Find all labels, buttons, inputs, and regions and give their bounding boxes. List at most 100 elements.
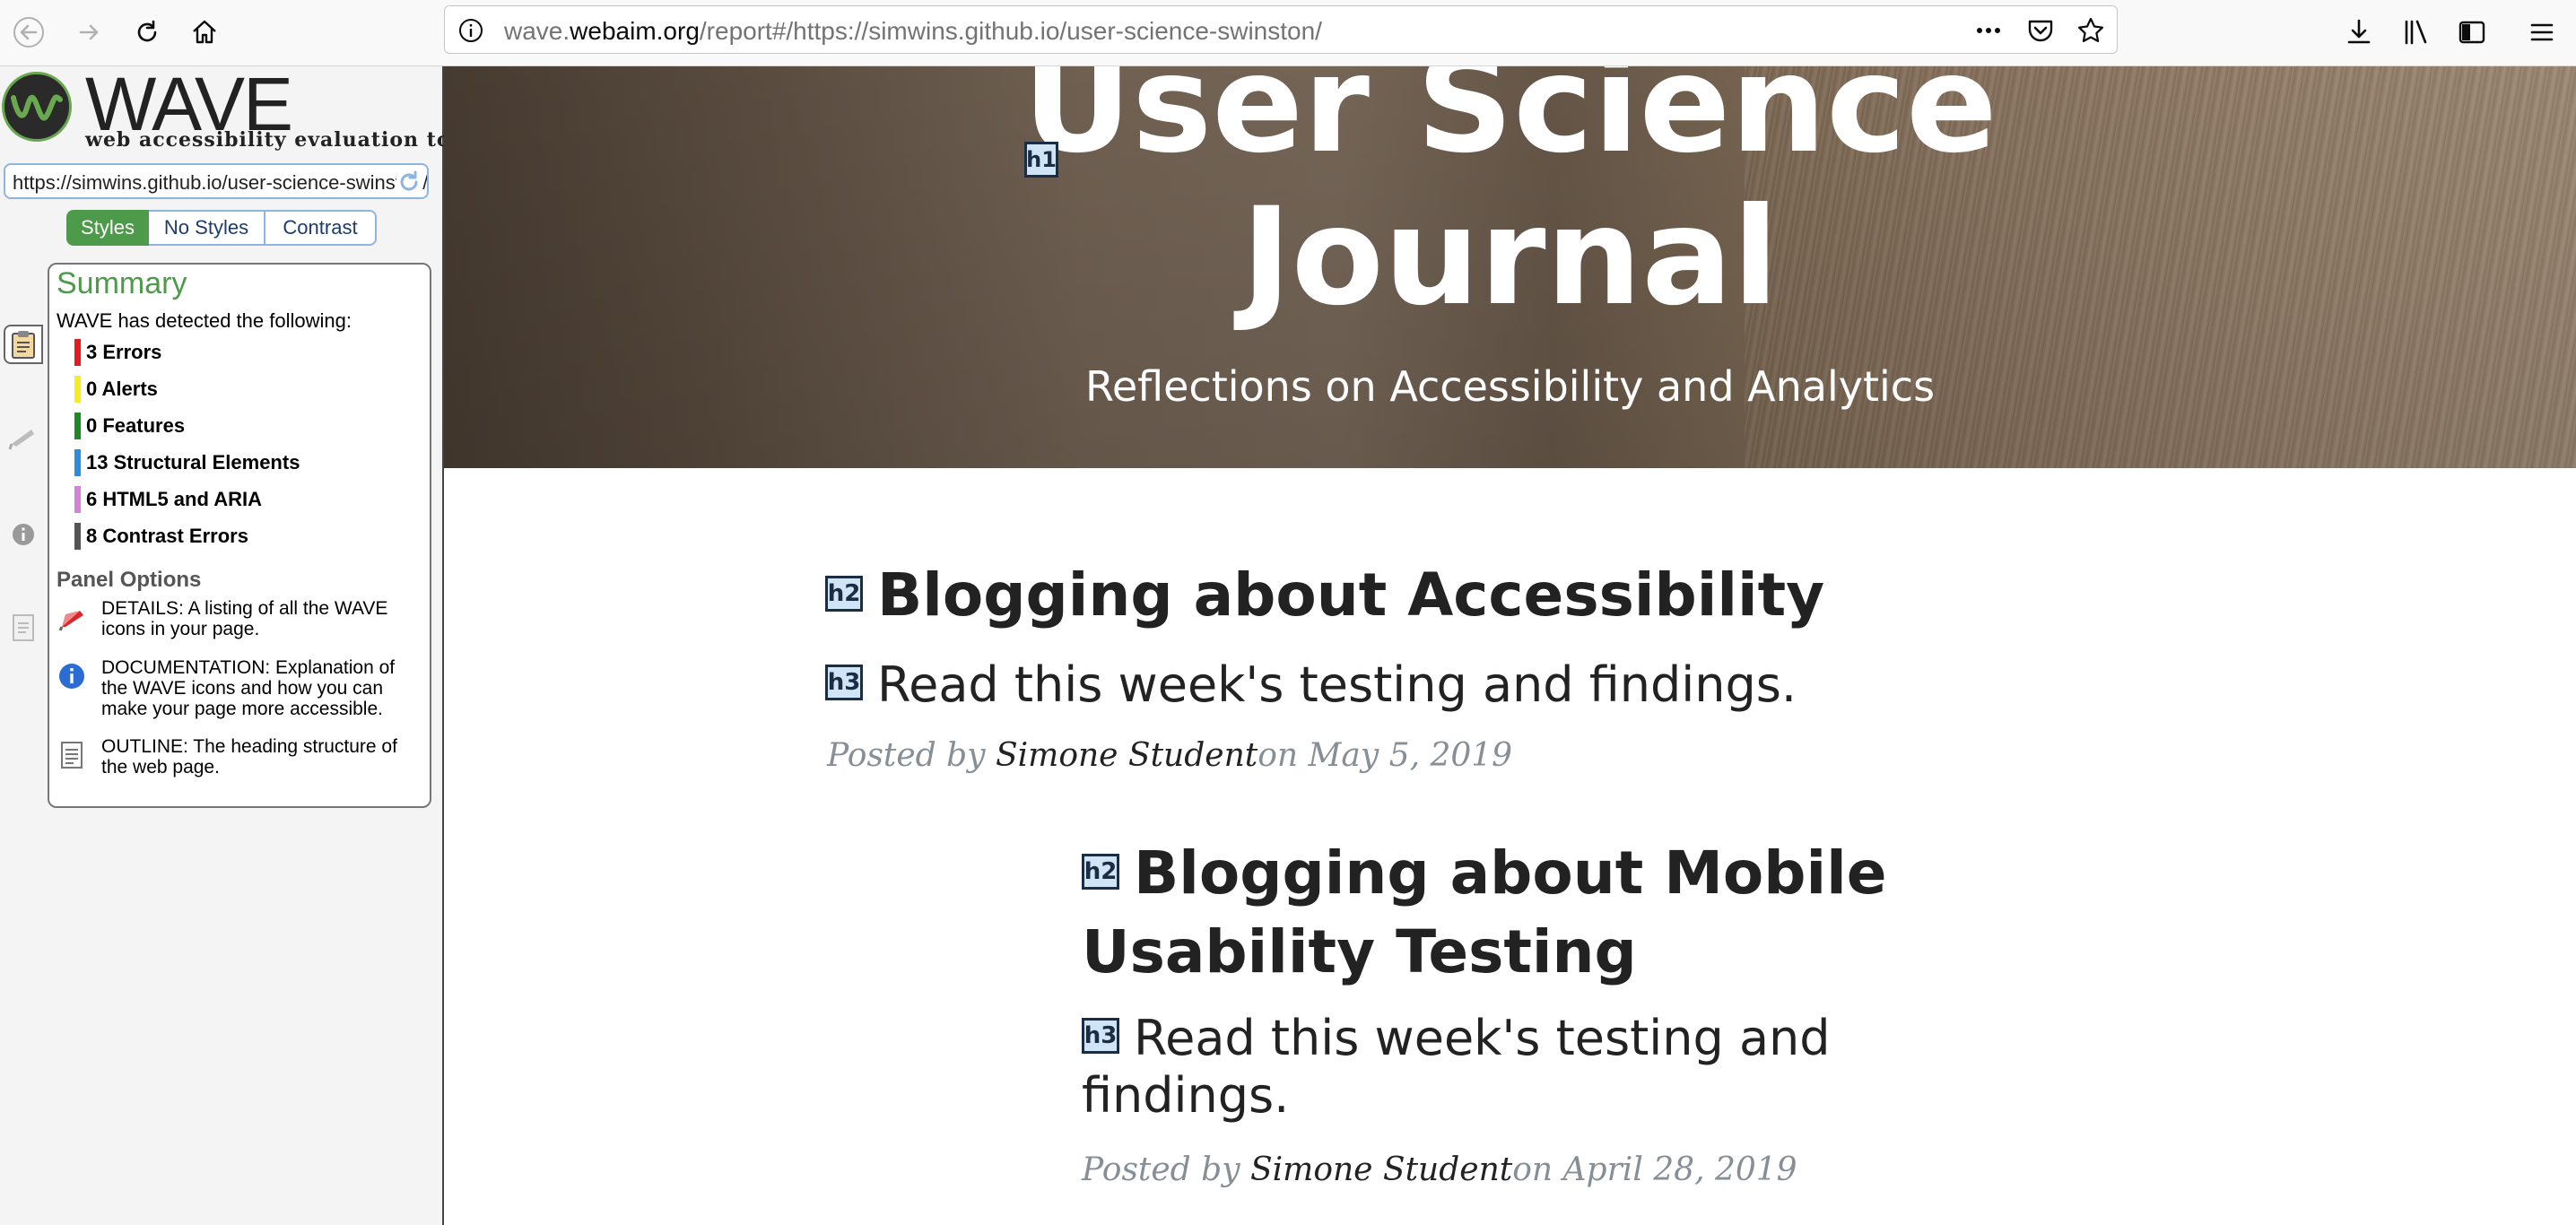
details-tab[interactable] bbox=[4, 418, 43, 457]
browser-toolbar: wave.webaim.org/report#/https://simwins.… bbox=[0, 0, 2576, 66]
wave-url-input[interactable]: https://simwins.github.io/user-science-s… bbox=[4, 163, 429, 199]
reload-button[interactable] bbox=[124, 9, 170, 56]
post-title[interactable]: h2 Blogging about Mobile Usability Testin… bbox=[1082, 834, 1887, 992]
post-subtitle: h3 Read this week's testing and findings. bbox=[1082, 1010, 1831, 1125]
url-prefix: wave. bbox=[504, 17, 570, 45]
post-author[interactable]: Simone Student bbox=[996, 737, 1258, 774]
outline-option[interactable]: OUTLINE: The heading structure of the we… bbox=[57, 736, 424, 783]
summary-panel: Summary WAVE has detected the following:… bbox=[48, 263, 431, 808]
wave-symbol-icon bbox=[11, 94, 63, 121]
post-title-line2[interactable]: Usability Testing bbox=[1082, 913, 1887, 992]
h3-badge[interactable]: h3 bbox=[825, 665, 863, 701]
structural-row[interactable]: 13 Structural Elements bbox=[74, 449, 300, 476]
features-row[interactable]: 0 Features bbox=[74, 413, 185, 439]
url-text[interactable]: wave.webaim.org/report#/https://simwins.… bbox=[504, 17, 1322, 46]
flag-icon bbox=[8, 430, 34, 450]
library-button[interactable] bbox=[2393, 9, 2440, 56]
clipboard-icon bbox=[12, 331, 35, 359]
wave-refresh-icon[interactable] bbox=[396, 169, 422, 195]
post-title-line1[interactable]: Blogging about Mobile bbox=[1134, 838, 1887, 908]
wave-tagline: web accessibility evaluation tool bbox=[85, 128, 474, 152]
outline-option-text: OUTLINE: The heading structure of the we… bbox=[101, 736, 397, 778]
errors-color-bar bbox=[74, 339, 81, 366]
documentation-option[interactable]: DOCUMENTATION: Explanation of the WAVE i… bbox=[57, 657, 424, 729]
documentation-tab[interactable] bbox=[4, 515, 43, 554]
aria-row[interactable]: 6 HTML5 and ARIA bbox=[74, 486, 262, 513]
posted-by-label: Posted by bbox=[827, 737, 996, 774]
site-title-line1: User Science bbox=[1023, 66, 1997, 183]
home-button[interactable] bbox=[181, 9, 228, 56]
download-icon bbox=[2347, 19, 2371, 44]
aria-label: 6 HTML5 and ARIA bbox=[86, 488, 262, 510]
home-icon bbox=[193, 20, 216, 44]
contrast-row[interactable]: 8 Contrast Errors bbox=[74, 523, 248, 550]
info-icon[interactable] bbox=[457, 17, 484, 44]
h1-badge[interactable]: h1 bbox=[1024, 142, 1058, 178]
sidebar-toggle-button[interactable] bbox=[2449, 9, 2495, 56]
contrast-label: 8 Contrast Errors bbox=[86, 525, 248, 547]
h3-badge[interactable]: h3 bbox=[1082, 1018, 1119, 1055]
details-option-text: DETAILS: A listing of all the WAVE icons… bbox=[101, 598, 388, 639]
wave-logo-icon bbox=[2, 72, 72, 142]
hero-banner: User Science Journal Reflections on Acce… bbox=[444, 66, 2576, 468]
url-domain: webaim.org bbox=[570, 17, 700, 45]
errors-row[interactable]: 3 Errors bbox=[74, 339, 161, 366]
post-subtitle: h3 Read this week's testing and findings. bbox=[825, 656, 1797, 714]
details-flag-icon bbox=[58, 611, 83, 631]
h2-badge[interactable]: h2 bbox=[825, 575, 863, 612]
forward-button[interactable] bbox=[66, 9, 113, 56]
url-path: /report#/https://simwins.github.io/user-… bbox=[699, 17, 1322, 45]
outline-tab[interactable] bbox=[4, 608, 43, 647]
contrast-color-bar bbox=[74, 523, 81, 550]
info-circle-icon bbox=[13, 524, 34, 545]
outline-icon bbox=[13, 614, 34, 641]
url-bar[interactable]: wave.webaim.org/report#/https://simwins.… bbox=[444, 5, 2118, 54]
wave-url-value: https://simwins.github.io/user-science-s… bbox=[13, 171, 429, 194]
site-title: User Science Journal bbox=[444, 66, 2576, 334]
bookmark-star-icon[interactable] bbox=[2076, 15, 2106, 46]
structural-label: 13 Structural Elements bbox=[86, 451, 300, 473]
post-date: on April 28, 2019 bbox=[1512, 1151, 1797, 1188]
h2-badge[interactable]: h2 bbox=[1082, 853, 1119, 890]
alerts-label: 0 Alerts bbox=[86, 378, 158, 400]
alerts-color-bar bbox=[74, 376, 81, 403]
sidebar-icon bbox=[2459, 21, 2485, 44]
panel-options-heading: Panel Options bbox=[57, 568, 202, 592]
errors-label: 3 Errors bbox=[86, 341, 162, 363]
post-author[interactable]: Simone Student bbox=[1250, 1151, 1512, 1188]
styles-button[interactable]: Styles bbox=[66, 210, 149, 246]
contrast-button[interactable]: Contrast bbox=[265, 210, 377, 246]
structural-color-bar bbox=[74, 449, 81, 476]
posted-by-label: Posted by bbox=[1082, 1151, 1250, 1188]
library-icon bbox=[2405, 20, 2427, 45]
back-arrow-icon bbox=[13, 17, 44, 48]
documentation-info-icon bbox=[59, 664, 84, 689]
summary-tab[interactable] bbox=[4, 325, 43, 364]
details-option[interactable]: DETAILS: A listing of all the WAVE icons… bbox=[57, 598, 424, 652]
summary-title: Summary bbox=[57, 266, 187, 300]
post-subtitle-text: Read this week's testing and findings. bbox=[877, 656, 1797, 713]
documentation-option-text: DOCUMENTATION: Explanation of the WAVE i… bbox=[101, 657, 396, 719]
menu-button[interactable] bbox=[2519, 9, 2565, 56]
no-styles-button[interactable]: No Styles bbox=[149, 210, 265, 246]
aria-color-bar bbox=[74, 486, 81, 513]
site-subtitle: Reflections on Accessibility and Analyti… bbox=[1084, 362, 1936, 411]
features-label: 0 Features bbox=[86, 414, 186, 437]
post-title-text[interactable]: Blogging about Accessibility bbox=[877, 560, 1824, 630]
outline-document-icon bbox=[61, 742, 83, 769]
post-subtitle-line1: Read this week's testing and bbox=[1134, 1010, 1831, 1066]
post-meta: Posted by Simone Studenton May 5, 2019 bbox=[827, 737, 1512, 774]
downloads-button[interactable] bbox=[2336, 9, 2382, 56]
pocket-icon[interactable] bbox=[2025, 15, 2056, 46]
more-actions-icon[interactable] bbox=[1973, 15, 2004, 46]
features-color-bar bbox=[74, 413, 81, 439]
alerts-row[interactable]: 0 Alerts bbox=[74, 376, 158, 403]
post-title[interactable]: h2 Blogging about Accessibility bbox=[825, 556, 1824, 635]
post-subtitle-line2: findings. bbox=[1082, 1067, 1290, 1124]
view-mode-toggle: Styles No Styles Contrast bbox=[66, 210, 377, 246]
hamburger-icon bbox=[2530, 23, 2554, 41]
forward-arrow-icon bbox=[79, 24, 99, 40]
back-button[interactable] bbox=[5, 9, 52, 56]
post-meta: Posted by Simone Studenton April 28, 201… bbox=[1082, 1151, 1797, 1188]
post-date: on May 5, 2019 bbox=[1258, 737, 1513, 774]
